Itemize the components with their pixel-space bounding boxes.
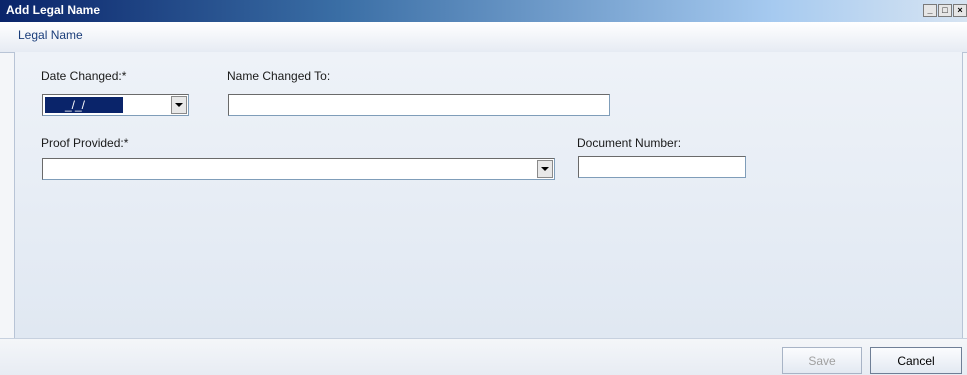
close-icon[interactable]: × [953,4,967,17]
title-bar[interactable]: Add Legal Name _ □ × [0,0,967,22]
legal-name-panel: Date Changed:* _/_/ Name Changed To: Pro… [14,52,963,338]
chevron-down-icon [175,103,183,107]
window-title: Add Legal Name [6,3,101,17]
proof-dropdown-button[interactable] [537,160,553,178]
chevron-down-icon [541,167,549,171]
date-changed-label: Date Changed:* [41,69,127,83]
group-title: Legal Name [18,28,83,42]
date-changed-picker[interactable]: _/_/ [42,94,189,116]
maximize-icon[interactable]: □ [938,4,952,17]
name-changed-to-input[interactable] [228,94,610,116]
group-header: Legal Name [0,22,967,53]
button-bar: Save Cancel [0,338,967,375]
name-changed-to-label: Name Changed To: [227,69,331,83]
document-number-label: Document Number: [577,136,682,150]
cancel-button[interactable]: Cancel [870,347,962,374]
proof-provided-label: Proof Provided:* [41,136,129,150]
proof-provided-select[interactable] [42,158,555,180]
date-dropdown-button[interactable] [171,96,187,114]
window-controls: _ □ × [923,4,967,17]
document-number-input[interactable] [578,156,746,178]
add-legal-name-dialog: Add Legal Name _ □ × Legal Name Date Cha… [0,0,967,375]
save-button[interactable]: Save [782,347,862,374]
date-changed-value: _/_/ [45,97,123,113]
minimize-icon[interactable]: _ [923,4,937,17]
